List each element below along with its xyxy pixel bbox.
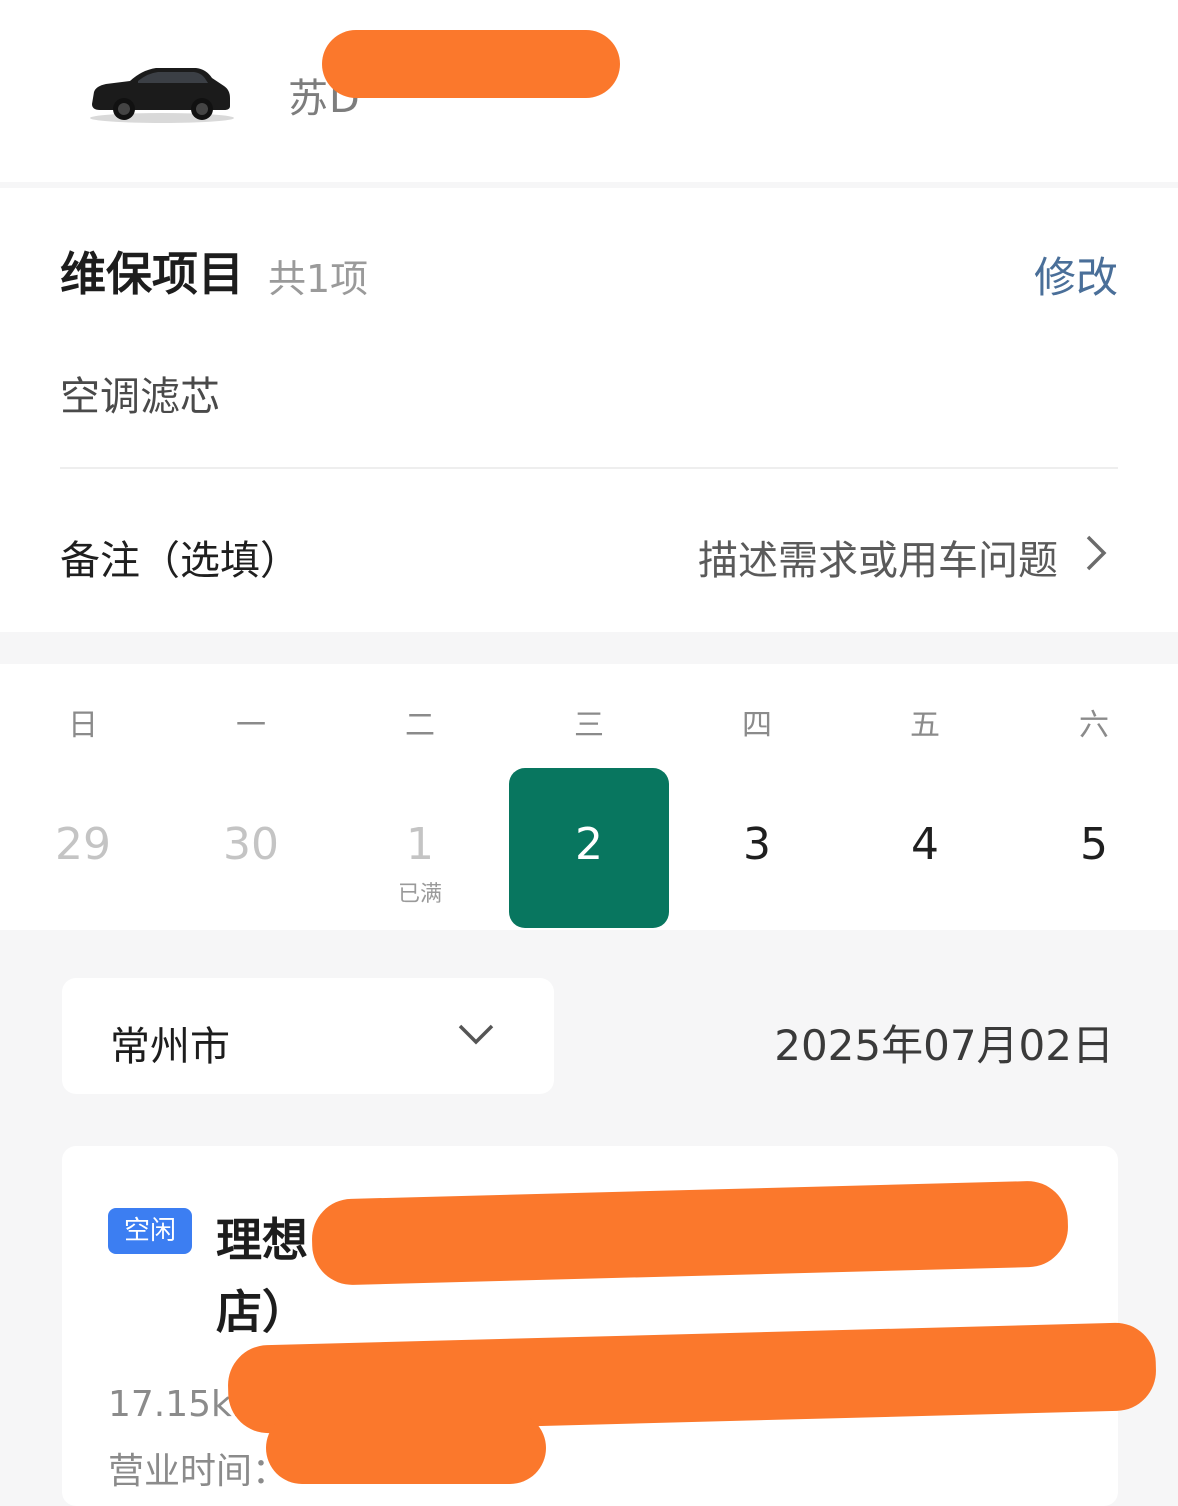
maintenance-item: 空调滤芯 [60,374,220,420]
weekday-wed: 三 [574,708,604,743]
business-hours-label: 营业时间： [108,1451,289,1492]
redaction-plate [322,30,620,98]
remarks-label: 备注（选填） [60,538,300,584]
day-number: 29 [55,819,111,870]
weekday-sat: 六 [1079,708,1109,743]
store-name-line2: 店） [216,1285,308,1339]
day-number: 5 [1080,819,1108,870]
store-name: 理想 [216,1213,308,1267]
city-label: 常州市 [110,1024,230,1070]
weekday-tue: 二 [405,708,435,743]
car-image [84,62,240,124]
weekday-sun: 日 [68,708,98,743]
chevron-right-icon [1078,533,1112,573]
maintenance-title: 维保项目 [60,247,244,301]
selected-date: 2025年07月02日 [774,1021,1114,1070]
day-4[interactable]: 4 [845,768,1005,928]
day-3[interactable]: 3 [677,768,837,928]
maintenance-count: 共1项 [268,257,369,301]
day-number: 2 [575,819,603,870]
full-badge: 已满 [397,882,442,907]
date-picker: 日 一 二 三 四 五 六 29 30 1 已满 2 3 4 5 [0,664,1178,930]
remarks-placeholder[interactable]: 描述需求或用车问题 [698,528,1058,586]
status-badge: 空闲 [108,1208,192,1254]
city-selector[interactable]: 常州市 [62,978,554,1094]
day-29: 29 [3,768,163,928]
weekday-thu: 四 [742,708,772,743]
weekday-fri: 五 [910,708,940,743]
day-2-selected[interactable]: 2 [509,768,669,928]
day-number: 4 [911,819,939,870]
maintenance-section: 维保项目 共1项 修改 空调滤芯 备注（选填） 描述需求或用车问题 [0,188,1178,632]
chevron-down-icon [456,1020,496,1050]
redaction-hours [266,1412,546,1484]
day-number: 1 [406,819,434,870]
day-number: 30 [223,819,279,870]
day-number: 3 [743,819,771,870]
weekday-mon: 一 [236,708,266,743]
divider [60,467,1118,469]
modify-button[interactable]: 修改 [1034,244,1118,305]
day-5[interactable]: 5 [1014,768,1174,928]
day-30: 30 [171,768,331,928]
day-1: 1 已满 [340,768,500,928]
